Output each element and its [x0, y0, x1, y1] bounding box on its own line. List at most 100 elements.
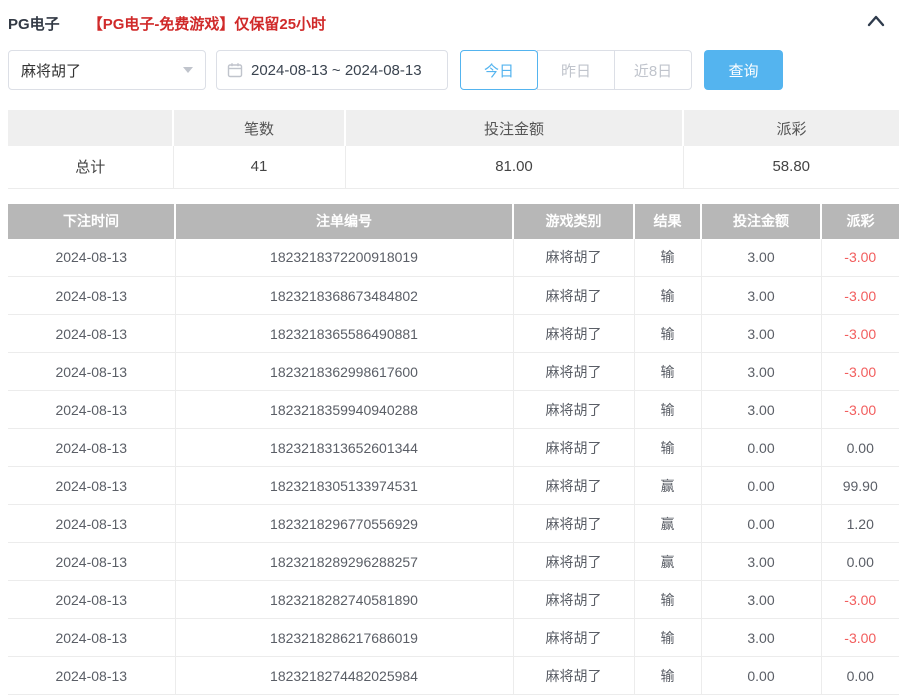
table-row: 2024-08-13 1823218289296288257 麻将胡了赢 3.00 0.…: [8, 542, 899, 581]
cell-result: 赢: [634, 504, 702, 543]
cell-game-type: 麻将胡了: [513, 656, 635, 695]
cell-order-no: 1823218305133974531: [175, 466, 514, 505]
table-row: 2024-08-13 1823218313652601344 麻将胡了输 0.00 0.…: [8, 428, 899, 467]
quick-button-yesterday[interactable]: 昨日: [537, 50, 615, 90]
cell-order-no: 1823218286217686019: [175, 618, 514, 657]
cell-result: 输: [634, 238, 702, 277]
panel-title: PG电子: [8, 15, 60, 33]
cell-bet-time: 2024-08-13: [8, 542, 176, 581]
cell-game-type: 麻将胡了: [513, 276, 635, 315]
cell-order-no: 1823218313652601344: [175, 428, 514, 467]
filter-bar: 麻将胡了 2024-08-13 ~ 2024-08-13 今日 昨日 近8日 查…: [8, 50, 899, 90]
col-header-bet-amount: 投注金额: [701, 203, 822, 239]
game-select-value: 麻将胡了: [21, 62, 82, 80]
table-row: 2024-08-13 1823218359940940288 麻将胡了输 3.00 -3…: [8, 390, 899, 429]
cell-bet-amount: 3.00: [701, 238, 822, 277]
chevron-down-icon: [183, 67, 193, 73]
summary-header-bet-amount: 投注金额: [345, 110, 684, 146]
cell-payout: -3.00: [821, 390, 899, 429]
cell-bet-amount: 3.00: [701, 580, 822, 619]
col-header-order-no: 注单编号: [175, 203, 514, 239]
cell-game-type: 麻将胡了: [513, 352, 635, 391]
cell-result: 输: [634, 580, 702, 619]
cell-bet-amount: 0.00: [701, 504, 822, 543]
cell-payout: -3.00: [821, 618, 899, 657]
col-header-bet-time: 下注时间: [8, 203, 176, 239]
cell-game-type: 麻将胡了: [513, 466, 635, 505]
promo-notice: 【PG电子-免费游戏】仅保留25小时: [87, 15, 327, 33]
cell-order-no: 1823218362998617600: [175, 352, 514, 391]
cell-bet-time: 2024-08-13: [8, 428, 176, 467]
records-table: 下注时间 注单编号 游戏类别 结果 投注金额 派彩 2024-08-13 1823…: [8, 203, 899, 695]
cell-game-type: 麻将胡了: [513, 238, 635, 277]
cell-result: 输: [634, 428, 702, 467]
cell-bet-amount: 0.00: [701, 656, 822, 695]
cell-result: 赢: [634, 542, 702, 581]
cell-payout: -3.00: [821, 314, 899, 353]
summary-header-row: 笔数 投注金额 派彩: [8, 110, 899, 146]
cell-bet-amount: 3.00: [701, 542, 822, 581]
cell-game-type: 麻将胡了: [513, 618, 635, 657]
cell-bet-amount: 3.00: [701, 352, 822, 391]
summary-header-count: 笔数: [173, 110, 346, 146]
summary-total-count: 41: [173, 146, 346, 189]
cell-result: 输: [634, 276, 702, 315]
cell-bet-time: 2024-08-13: [8, 618, 176, 657]
cell-order-no: 1823218274482025984: [175, 656, 514, 695]
panel-header: PG电子 【PG电子-免费游戏】仅保留25小时: [8, 0, 899, 42]
table-row: 2024-08-13 1823218368673484802 麻将胡了输 3.00 -3…: [8, 276, 899, 315]
date-range-picker[interactable]: 2024-08-13 ~ 2024-08-13: [216, 50, 448, 90]
summary-total-row: 总计 41 81.00 58.80: [8, 146, 899, 189]
table-row: 2024-08-13 1823218286217686019 麻将胡了输 3.00 -3…: [8, 618, 899, 657]
calendar-icon: [227, 62, 243, 78]
cell-result: 赢: [634, 466, 702, 505]
cell-order-no: 1823218365586490881: [175, 314, 514, 353]
col-header-game-type: 游戏类别: [513, 203, 635, 239]
records-header-row: 下注时间 注单编号 游戏类别 结果 投注金额 派彩: [8, 203, 899, 239]
cell-payout: -3.00: [821, 276, 899, 315]
cell-result: 输: [634, 314, 702, 353]
collapse-button[interactable]: [863, 8, 889, 34]
cell-bet-amount: 3.00: [701, 276, 822, 315]
cell-game-type: 麻将胡了: [513, 314, 635, 353]
cell-bet-amount: 3.00: [701, 314, 822, 353]
cell-payout: 0.00: [821, 656, 899, 695]
cell-payout: 1.20: [821, 504, 899, 543]
game-select[interactable]: 麻将胡了: [8, 50, 206, 90]
cell-game-type: 麻将胡了: [513, 504, 635, 543]
cell-game-type: 麻将胡了: [513, 390, 635, 429]
cell-order-no: 1823218289296288257: [175, 542, 514, 581]
table-row: 2024-08-13 1823218282740581890 麻将胡了输 3.00 -3…: [8, 580, 899, 619]
cell-bet-amount: 3.00: [701, 390, 822, 429]
cell-bet-time: 2024-08-13: [8, 276, 176, 315]
summary-total-payout: 58.80: [683, 146, 899, 189]
cell-order-no: 1823218359940940288: [175, 390, 514, 429]
cell-result: 输: [634, 618, 702, 657]
cell-bet-time: 2024-08-13: [8, 390, 176, 429]
table-row: 2024-08-13 1823218365586490881 麻将胡了输 3.00 -3…: [8, 314, 899, 353]
query-button[interactable]: 查询: [704, 50, 783, 90]
quick-button-last8days[interactable]: 近8日: [614, 50, 692, 90]
report-panel: PG电子 【PG电子-免费游戏】仅保留25小时 麻将胡了 2024-08-13 …: [0, 0, 907, 696]
cell-result: 输: [634, 656, 702, 695]
cell-game-type: 麻将胡了: [513, 542, 635, 581]
cell-payout: -3.00: [821, 580, 899, 619]
summary-header-blank: [8, 110, 174, 146]
summary-header-payout: 派彩: [683, 110, 899, 146]
records-body: 2024-08-13 1823218372200918019 麻将胡了输 3.00 -3…: [8, 238, 899, 695]
chevron-up-icon: [867, 15, 885, 27]
date-range-value: 2024-08-13 ~ 2024-08-13: [251, 61, 422, 79]
cell-bet-time: 2024-08-13: [8, 352, 176, 391]
cell-bet-amount: 0.00: [701, 466, 822, 505]
col-header-result: 结果: [634, 203, 702, 239]
cell-bet-time: 2024-08-13: [8, 504, 176, 543]
summary-table: 笔数 投注金额 派彩 总计 41 81.00 58.80: [8, 110, 899, 189]
quick-button-today[interactable]: 今日: [460, 50, 538, 90]
cell-order-no: 1823218296770556929: [175, 504, 514, 543]
cell-bet-amount: 0.00: [701, 428, 822, 467]
table-row: 2024-08-13 1823218296770556929 麻将胡了赢 0.00 1.…: [8, 504, 899, 543]
cell-order-no: 1823218372200918019: [175, 238, 514, 277]
cell-result: 输: [634, 352, 702, 391]
cell-result: 输: [634, 390, 702, 429]
cell-payout: -3.00: [821, 238, 899, 277]
